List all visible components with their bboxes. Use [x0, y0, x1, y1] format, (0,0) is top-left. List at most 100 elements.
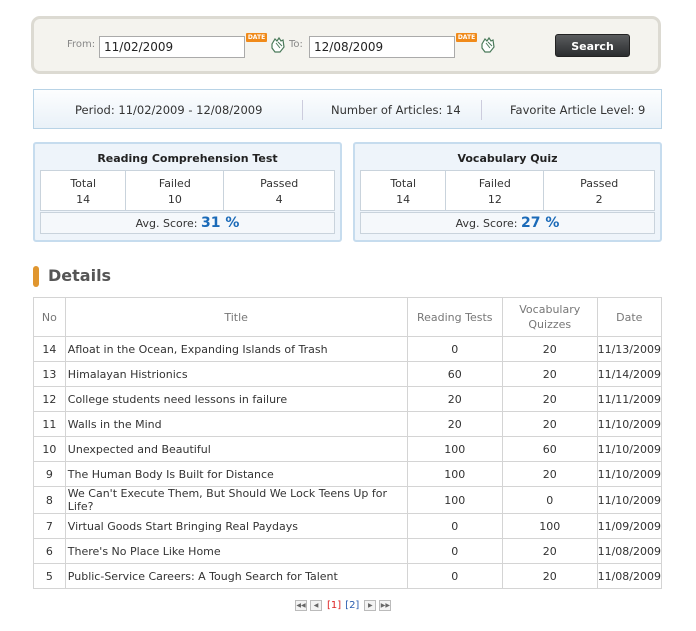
row-title[interactable]: Afloat in the Ocean, Expanding Islands o…: [64, 336, 408, 362]
row-title[interactable]: Himalayan Histrionics: [64, 361, 408, 387]
reading-failed-cell: Failed 10: [126, 171, 225, 210]
row-no: 5: [33, 563, 66, 589]
reading-failed-value: 10: [167, 193, 182, 206]
col-header-title: Title: [64, 297, 408, 337]
table-row: 10 Unexpected and Beautiful 100 60 11/10/200…: [33, 436, 663, 462]
col-header-vocabulary-quizzes: Vocabulary Quizzes: [501, 297, 598, 337]
reading-passed-cell: Passed 4: [224, 171, 334, 210]
reading-passed-label: Passed: [260, 177, 299, 190]
vocab-total-cell: Total 14: [361, 171, 447, 210]
details-marker: [33, 266, 39, 287]
row-vocabulary-quizzes: 20: [501, 563, 598, 589]
reading-avg-value: 31 %: [201, 215, 240, 231]
search-panel: From: DATE To: DATE Search: [31, 16, 661, 74]
row-reading-tests: 100: [406, 486, 503, 514]
to-label: To:: [289, 39, 303, 50]
from-date-badge[interactable]: DATE: [246, 33, 267, 42]
table-row: 14 Afloat in the Ocean, Expanding Islands…: [33, 336, 663, 362]
to-date-input[interactable]: [309, 36, 455, 58]
row-date: 11/10/2009: [596, 411, 663, 437]
reading-test-card: Reading Comprehension Test Total 14 Fail…: [33, 142, 342, 242]
reading-total-value: 14: [76, 193, 91, 206]
row-vocabulary-quizzes: 60: [501, 436, 598, 462]
table-row: 7 Virtual Goods Start Bringing Real Payda…: [33, 513, 663, 539]
from-date-input[interactable]: [99, 36, 245, 58]
row-reading-tests: 20: [406, 386, 503, 412]
row-title[interactable]: We Can't Execute Them, But Should We Loc…: [64, 486, 408, 514]
reading-card-title: Reading Comprehension Test: [97, 152, 278, 165]
row-title[interactable]: Unexpected and Beautiful: [64, 436, 408, 462]
details-heading: Details: [48, 266, 112, 285]
vocabulary-quiz-card: Vocabulary Quiz Total 14 Failed 12 Passe…: [353, 142, 662, 242]
prev-page-button[interactable]: ◀: [310, 599, 322, 611]
first-page-button[interactable]: ◀◀: [295, 599, 307, 611]
next-page-button[interactable]: ▶: [364, 599, 377, 611]
row-vocabulary-quizzes: 20: [501, 386, 598, 412]
row-no: 14: [33, 336, 66, 362]
last-page-button[interactable]: ▶▶: [379, 599, 392, 611]
to-date-badge[interactable]: DATE: [456, 33, 477, 42]
row-reading-tests: 100: [406, 436, 503, 462]
row-reading-tests: 20: [406, 411, 503, 437]
row-date: 11/13/2009: [596, 336, 663, 362]
row-no: 10: [33, 436, 66, 462]
row-title[interactable]: Virtual Goods Start Bringing Real Payday…: [64, 513, 408, 539]
row-no: 7: [33, 513, 66, 539]
vocab-avg-score: Avg. Score: 27 %: [360, 212, 655, 234]
row-vocabulary-quizzes: 20: [501, 411, 598, 437]
summary-bar: Period: 11/02/2009 - 12/08/2009 Number o…: [33, 89, 662, 129]
row-reading-tests: 0: [406, 336, 503, 362]
favorite-level-text: Favorite Article Level: 9: [510, 103, 646, 117]
row-vocabulary-quizzes: 100: [501, 513, 598, 539]
row-date: 11/14/2009: [596, 361, 663, 387]
table-row: 12 College students need lessons in failu…: [33, 386, 663, 412]
reading-total-label: Total: [70, 177, 97, 190]
from-calendar-icon[interactable]: [268, 35, 288, 55]
row-reading-tests: 0: [406, 538, 503, 564]
table-header-row: No Title Reading Tests Vocabulary Quizze…: [33, 297, 663, 337]
row-title[interactable]: Public-Service Careers: A Tough Search f…: [64, 563, 408, 589]
row-date: 11/08/2009: [596, 563, 663, 589]
row-reading-tests: 100: [406, 461, 503, 487]
summary-divider: [481, 100, 482, 120]
row-vocabulary-quizzes: 0: [501, 486, 598, 514]
col-header-reading-tests: Reading Tests: [406, 297, 503, 337]
reading-passed-value: 4: [275, 193, 283, 206]
col-header-date: Date: [596, 297, 663, 337]
vocab-passed-cell: Passed 2: [544, 171, 654, 210]
table-row: 11 Walls in the Mind 20 20 11/10/2009: [33, 411, 663, 437]
table-row: 8 We Can't Execute Them, But Should We Lo…: [33, 486, 663, 514]
vocab-failed-label: Failed: [478, 177, 511, 190]
search-button[interactable]: Search: [555, 34, 630, 57]
row-vocabulary-quizzes: 20: [501, 336, 598, 362]
table-row: 9 The Human Body Is Built for Distance 100…: [33, 461, 663, 487]
row-date: 11/10/2009: [596, 436, 663, 462]
row-date: 11/09/2009: [596, 513, 663, 539]
col-header-no: No: [33, 297, 66, 337]
row-date: 11/10/2009: [596, 461, 663, 487]
row-title[interactable]: The Human Body Is Built for Distance: [64, 461, 408, 487]
row-reading-tests: 60: [406, 361, 503, 387]
table-row: 6 There's No Place Like Home 0 20 11/08/2009: [33, 538, 663, 564]
reading-avg-score: Avg. Score: 31 %: [40, 212, 335, 234]
row-no: 8: [33, 486, 66, 514]
page-2-link[interactable]: [2]: [345, 600, 359, 611]
row-title[interactable]: There's No Place Like Home: [64, 538, 408, 564]
row-vocabulary-quizzes: 20: [501, 538, 598, 564]
row-reading-tests: 0: [406, 563, 503, 589]
vocab-passed-value: 2: [595, 193, 603, 206]
row-no: 11: [33, 411, 66, 437]
table-row: 5 Public-Service Careers: A Tough Search …: [33, 563, 663, 589]
vocab-failed-value: 12: [487, 193, 502, 206]
row-title[interactable]: College students need lessons in failure: [64, 386, 408, 412]
row-no: 12: [33, 386, 66, 412]
article-count-text: Number of Articles: 14: [331, 103, 461, 117]
details-table: No Title Reading Tests Vocabulary Quizze…: [33, 297, 663, 589]
page-1-link[interactable]: [1]: [327, 600, 341, 611]
row-title[interactable]: Walls in the Mind: [64, 411, 408, 437]
reading-avg-label: Avg. Score:: [135, 217, 198, 230]
pagination: ◀◀ ◀ [1] [2] ▶ ▶▶: [295, 599, 394, 611]
to-calendar-icon[interactable]: [478, 35, 498, 55]
reading-total-cell: Total 14: [41, 171, 127, 210]
row-reading-tests: 0: [406, 513, 503, 539]
